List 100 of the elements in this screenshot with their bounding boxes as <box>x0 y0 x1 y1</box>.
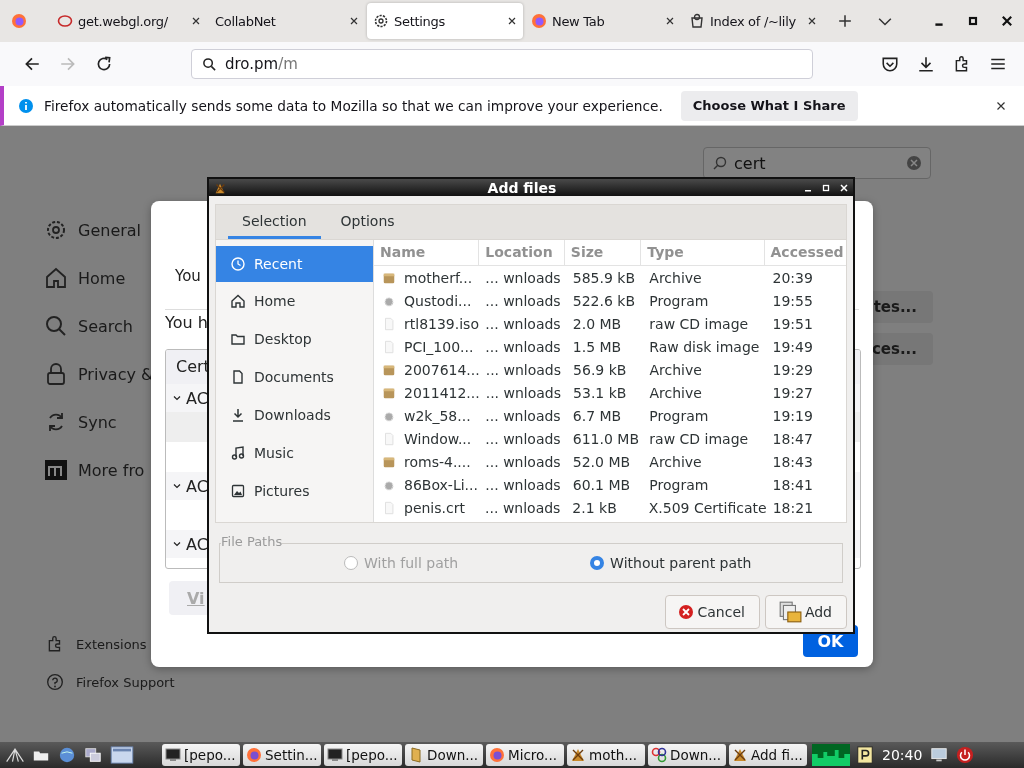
taskbar-button[interactable]: Add fi... <box>729 744 807 766</box>
places-item[interactable]: Recent <box>216 246 373 282</box>
table-cell-text: 2.0 MB <box>571 315 623 332</box>
places-item[interactable]: Downloads <box>216 396 373 434</box>
file-name: Qustodi... <box>404 292 472 309</box>
settings-nav-item[interactable]: Home <box>44 254 154 302</box>
table-cell-text: 18:47 <box>771 430 814 447</box>
settings-footer-link[interactable]: Extensions <box>46 632 175 656</box>
windows-icon[interactable] <box>83 746 103 764</box>
globe-icon[interactable] <box>57 746 77 764</box>
folder-icon <box>230 331 246 347</box>
desktop-icon[interactable] <box>109 746 135 764</box>
browser-tab[interactable]: CollabNet <box>209 3 365 39</box>
pocket-icon[interactable] <box>881 55 899 73</box>
download-icon <box>230 407 246 423</box>
info-icon <box>18 97 34 114</box>
search-field[interactable]: cert <box>703 147 931 179</box>
cancel-button[interactable]: Cancel <box>665 595 760 629</box>
table-cell-text: 19:55 <box>771 292 814 309</box>
dialog-tab[interactable]: Options <box>326 205 409 239</box>
maximize-icon[interactable] <box>967 15 979 27</box>
choose-share-button[interactable]: Choose What I Share <box>680 90 858 121</box>
plus-icon[interactable] <box>838 14 852 28</box>
close-icon[interactable] <box>1001 15 1013 27</box>
browser-tab[interactable]: Index of /~lily <box>683 3 823 39</box>
settings-nav-item[interactable]: More fro <box>44 446 154 494</box>
browser-tab[interactable]: Settings <box>367 3 523 39</box>
settings-icon <box>373 13 389 29</box>
p-icon[interactable] <box>855 746 875 764</box>
app-icon <box>570 747 586 763</box>
close-icon[interactable] <box>507 16 517 26</box>
app-icon <box>732 747 748 763</box>
doc-icon <box>230 369 246 385</box>
file-row[interactable]: rtl8139.iso ... wnloads 2.0 MB raw CD image 19:51 <box>374 312 846 335</box>
table-cell-text: ... wnloads <box>484 407 562 424</box>
taskbar-button[interactable]: [pepo... <box>162 744 240 766</box>
firefox-icon[interactable] <box>11 13 27 29</box>
settings-nav-item[interactable]: Search <box>44 302 154 350</box>
file-row[interactable]: 86Box-Li... ... wnloads 60.1 MB Program 18:41 <box>374 473 846 496</box>
reload-icon[interactable] <box>95 55 113 73</box>
places-item[interactable]: Home <box>216 282 373 320</box>
lock-icon <box>44 362 68 386</box>
cpu-graph <box>812 744 850 766</box>
close-icon[interactable] <box>349 16 359 26</box>
browser-tab[interactable]: get.webgl.org/ <box>51 3 207 39</box>
m-logo-icon <box>44 458 68 482</box>
maximize-icon[interactable] <box>821 182 831 193</box>
taskbar-button[interactable]: Settin... <box>243 744 321 766</box>
close-icon[interactable] <box>191 16 201 26</box>
table-cell-text: Archive <box>648 361 703 378</box>
settings-nav-item[interactable]: Sync <box>44 398 154 446</box>
file-icon <box>382 500 396 515</box>
file-row[interactable]: motherf... ... wnloads 585.9 kB Archive 20:39 <box>374 266 846 289</box>
close-icon[interactable] <box>996 100 1006 111</box>
table-cell-text: 19:29 <box>771 361 814 378</box>
start-menu-icon[interactable] <box>5 746 25 764</box>
table-cell-text: 522.6 kB <box>571 292 637 309</box>
file-row[interactable]: Qustodi... ... wnloads 522.6 kB Program 19:55 <box>374 289 846 312</box>
search-icon <box>202 56 217 72</box>
back-icon[interactable] <box>23 55 41 73</box>
file-name: 86Box-Li... <box>404 476 478 493</box>
file-row[interactable]: w2k_58... ... wnloads 6.7 MB Program 19:19 <box>374 404 846 427</box>
radio-option[interactable]: Without parent path <box>590 555 752 571</box>
clear-icon[interactable] <box>906 155 922 171</box>
file-row[interactable]: 2011412... ... wnloads 53.1 kB Archive 19:27 <box>374 381 846 404</box>
table-cell-text: raw CD image <box>648 315 750 332</box>
table-cell-text: 611.0 MB <box>571 430 640 447</box>
download-icon[interactable] <box>917 55 935 73</box>
places-item[interactable]: Pictures <box>216 472 373 510</box>
window-title: Add files <box>486 179 558 196</box>
places-item[interactable]: Music <box>216 434 373 472</box>
table-cell-text: ... wnloads <box>484 430 562 447</box>
settings-footer-link[interactable]: Firefox Support <box>46 670 175 694</box>
file-row[interactable]: 2007614... ... wnloads 56.9 kB Archive 19:29 <box>374 358 846 381</box>
file-row[interactable]: Window... ... wnloads 611.0 MB raw CD image 18:47 <box>374 427 846 450</box>
taskbar-button[interactable]: Down... <box>405 744 483 766</box>
file-name: penis.crt <box>404 499 465 516</box>
taskbar-button[interactable]: Micro... <box>486 744 564 766</box>
power-icon[interactable] <box>955 746 976 764</box>
firefox-icon <box>489 747 505 763</box>
file-row[interactable]: penis.crt ... wnloads 2.1 kB X.509 Certificate 18:21 <box>374 496 846 519</box>
close-icon[interactable] <box>665 16 675 26</box>
table-cell-text: 19:51 <box>771 315 814 332</box>
folder-icon <box>408 747 424 763</box>
file-name: roms-4.... <box>404 453 471 470</box>
taskbar-button[interactable]: [pepo... <box>324 744 402 766</box>
group-label: File Paths <box>221 534 283 549</box>
address-field[interactable]: dro.pm/m <box>191 49 813 79</box>
close-icon[interactable] <box>807 16 817 26</box>
clock[interactable]: 20:40 <box>882 747 923 763</box>
table-cell-text: Archive <box>648 453 703 470</box>
file-row[interactable]: roms-4.... ... wnloads 52.0 MB Archive 18:43 <box>374 450 846 473</box>
taskbar-button[interactable]: Down... <box>648 744 726 766</box>
table-cell-text: X.509 Certificate <box>647 499 765 516</box>
browser-tab[interactable]: New Tab <box>525 3 681 39</box>
settings-nav-item[interactable]: General <box>44 206 154 254</box>
monitor-icon <box>165 747 181 763</box>
taskbar-button[interactable]: moth... <box>567 744 645 766</box>
monitor-icon[interactable] <box>929 746 950 764</box>
add-button[interactable]: Add <box>764 595 847 629</box>
